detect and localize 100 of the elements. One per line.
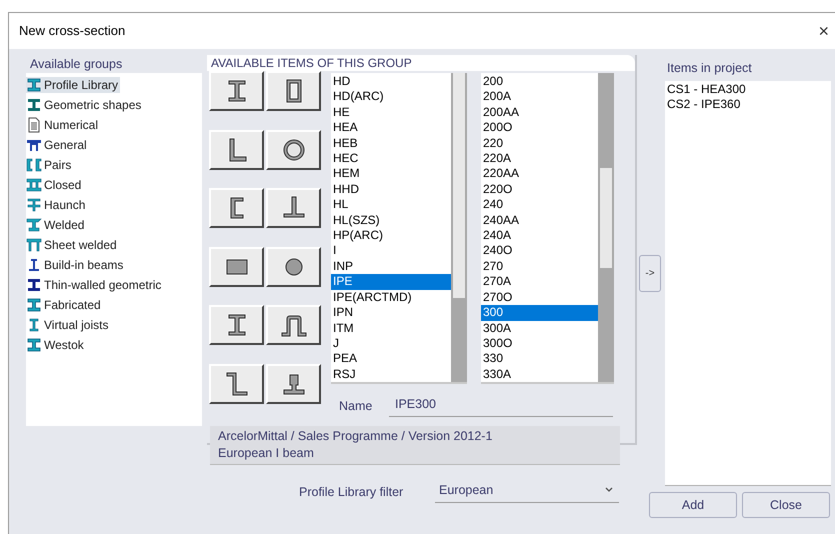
list-item[interactable]: 220A <box>481 151 598 166</box>
group-item[interactable]: Haunch <box>26 197 88 213</box>
list-item[interactable]: HL <box>331 197 451 213</box>
list-item[interactable]: PEA <box>331 351 451 367</box>
list-item[interactable]: 300A <box>481 320 598 336</box>
group-label: Fabricated <box>44 297 101 314</box>
project-item[interactable]: CS2 - IPE360 <box>667 97 831 112</box>
shape-button[interactable] <box>209 188 264 228</box>
list-item[interactable]: HD(ARC) <box>331 89 451 105</box>
list-item[interactable]: INP <box>331 258 451 274</box>
list-item[interactable]: IPE(ARCTMD) <box>331 290 451 306</box>
group-label: Welded <box>44 217 84 234</box>
list-item[interactable]: 300O <box>481 336 598 352</box>
list-item[interactable]: HEM <box>331 166 451 182</box>
group-item[interactable]: Numerical <box>26 117 100 133</box>
panel-heading: Available groups <box>29 56 124 73</box>
list-item[interactable]: HD <box>331 74 451 90</box>
list-item[interactable]: 270A <box>481 274 598 290</box>
shape-button[interactable] <box>266 130 321 170</box>
group-item[interactable]: Sheet welded <box>26 237 119 253</box>
list-item[interactable]: 220 <box>481 136 598 152</box>
list-item[interactable]: IPN <box>331 305 451 320</box>
list-item[interactable]: HL(SZS) <box>331 212 451 228</box>
list-item[interactable]: I <box>331 243 451 259</box>
group-item[interactable]: Geometric shapes <box>26 97 144 113</box>
group-label: Pairs <box>44 157 72 174</box>
project-item[interactable]: CS1 - HEA300 <box>667 82 831 97</box>
group-item[interactable]: Build-in beams <box>26 257 126 273</box>
group-item[interactable]: Thin-walled geometric <box>26 277 164 293</box>
chevron-down-icon <box>605 487 613 494</box>
group-label: Virtual joists <box>44 317 108 334</box>
section-icon <box>26 257 42 273</box>
shape-button[interactable] <box>209 246 264 287</box>
list-item[interactable]: 240 <box>481 197 598 213</box>
scrollbar[interactable] <box>451 73 467 382</box>
list-item[interactable]: HEA <box>331 120 451 136</box>
list-item[interactable]: 240O <box>481 243 598 259</box>
list-item[interactable]: HEB <box>331 136 451 152</box>
section-icon <box>26 337 42 353</box>
section-icon <box>26 237 42 253</box>
list-item[interactable]: IPE <box>331 274 451 290</box>
list-item[interactable]: 200O <box>481 120 598 136</box>
shape-button[interactable] <box>209 71 264 111</box>
scrollbar-thumb[interactable] <box>600 168 612 268</box>
section-icon <box>26 197 42 213</box>
shape-button[interactable] <box>266 305 321 346</box>
section-icon <box>26 177 42 193</box>
list-item[interactable]: 270 <box>481 258 598 274</box>
list-item[interactable]: 240AA <box>481 212 598 228</box>
scrollbar[interactable] <box>598 73 614 382</box>
list-item[interactable]: 220AA <box>481 166 598 182</box>
dialog-button[interactable]: Add <box>649 492 737 518</box>
filter-dropdown[interactable]: European <box>435 481 619 503</box>
list-item[interactable]: HE <box>331 104 451 120</box>
list-item[interactable]: 200A <box>481 89 598 105</box>
section-icon <box>26 297 42 313</box>
shape-button[interactable] <box>209 364 264 404</box>
list-item[interactable]: 300 <box>481 305 598 320</box>
group-label: Thin-walled geometric <box>44 277 162 294</box>
dialog-button[interactable]: Close <box>742 492 830 518</box>
list-item[interactable]: ITM <box>331 320 451 336</box>
section-icon <box>26 77 42 93</box>
list-item[interactable]: 200AA <box>481 104 598 120</box>
group-item[interactable]: Welded <box>26 217 86 233</box>
section-icon <box>26 157 42 173</box>
list-item[interactable]: 220O <box>481 182 598 198</box>
group-item[interactable]: Virtual joists <box>26 317 110 333</box>
shape-button[interactable] <box>266 364 321 404</box>
group-item[interactable]: Westok <box>26 337 86 353</box>
list-item[interactable]: 270O <box>481 290 598 306</box>
list-item[interactable]: HP(ARC) <box>331 228 451 244</box>
group-item[interactable]: Closed <box>26 177 84 193</box>
group-label: Sheet welded <box>44 237 117 254</box>
list-item[interactable]: J <box>331 336 451 352</box>
shape-button[interactable] <box>266 71 321 111</box>
shape-button[interactable] <box>209 305 264 346</box>
description-line: ArcelorMittal / Sales Programme / Version 2012-1 <box>218 428 494 446</box>
name-field[interactable]: IPE300 <box>389 395 613 417</box>
shape-button[interactable] <box>266 188 321 228</box>
description-line: European I beam <box>218 445 315 462</box>
list-item[interactable]: RSJ <box>331 366 451 382</box>
close-button[interactable]: × <box>814 22 833 40</box>
transfer-button[interactable]: -> <box>639 255 661 292</box>
list-item[interactable]: HEC <box>331 151 451 166</box>
list-item[interactable]: 330A <box>481 366 598 382</box>
list-item[interactable]: 200 <box>481 74 598 90</box>
group-item[interactable]: General <box>26 137 89 153</box>
list-item[interactable]: 240A <box>481 228 598 244</box>
list-item[interactable]: HHD <box>331 182 451 198</box>
group-item[interactable]: Profile Library <box>26 77 120 93</box>
group-item[interactable]: Fabricated <box>26 297 103 313</box>
group-item[interactable]: Pairs <box>26 157 74 173</box>
panel-heading: Items in project <box>666 60 753 77</box>
group-heading: AVAILABLE ITEMS OF THIS GROUP <box>207 55 635 71</box>
group-label: Haunch <box>44 197 86 214</box>
group-label: Geometric shapes <box>44 97 142 114</box>
shape-button[interactable] <box>209 130 264 170</box>
scrollbar-thumb[interactable] <box>453 73 465 298</box>
list-item[interactable]: 330 <box>481 351 598 367</box>
shape-button[interactable] <box>266 246 321 287</box>
